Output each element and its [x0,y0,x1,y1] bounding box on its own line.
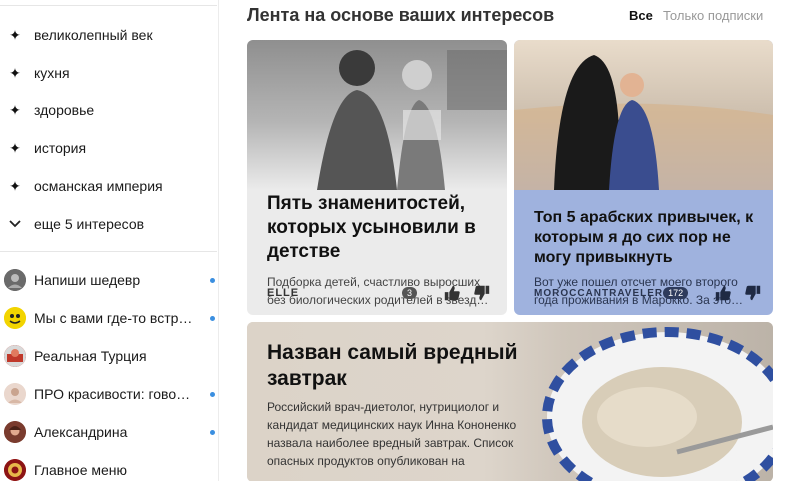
comment-count-badge[interactable]: 172 [663,287,689,299]
avatar [4,269,26,291]
more-interests-label: еще 5 интересов [34,216,145,232]
channel-label: Реальная Турция [34,348,147,364]
sidebar-topic[interactable]: ✦ кухня [0,61,210,85]
channel-label: ПРО красивости: говор… [34,386,194,402]
sidebar-topic[interactable]: ✦ османская империя [0,174,210,198]
channel-label: Напиши шедевр [34,272,141,288]
avatar [4,421,26,443]
article-title: Назван самый вредный завтрак [267,341,518,391]
article-source[interactable]: ELLE [267,287,299,299]
card-footer: MOROCCANTRAVELER 172 [534,283,761,303]
filter-all-tab[interactable]: Все [629,8,653,23]
sparkle-icon: ✦ [9,139,21,156]
article-image [514,40,773,190]
dislike-icon[interactable] [744,284,762,302]
topic-label: история [34,140,87,156]
topic-label: великолепный век [34,27,153,43]
divider [0,5,217,6]
comment-count-badge[interactable]: 3 [401,287,417,299]
unread-dot [210,391,215,397]
channel-item[interactable]: ПРО красивости: говор… [0,380,219,408]
filter-subscriptions-tab[interactable]: Только подписки [663,8,763,23]
card-actions: 3 [401,284,491,302]
dislike-icon[interactable] [473,284,491,302]
article-source[interactable]: MOROCCANTRAVELER [534,288,663,299]
chevron-down-icon [8,220,22,228]
sparkle-icon: ✦ [9,177,21,194]
avatar [4,345,26,367]
card-actions: 172 [663,284,762,302]
channel-label: Главное меню [34,462,128,478]
article-card[interactable]: Пять знаменитостей, которых усыновили в … [247,40,507,315]
divider [0,251,217,252]
article-description: Российский врач-диетолог, нутрициолог и … [267,400,517,468]
channel-label: Мы с вами где-то встреч… [34,310,194,326]
topic-label: здоровье [34,102,95,118]
unread-dot [210,315,215,321]
channel-item[interactable]: Напиши шедевр [0,266,219,294]
sidebar-topic[interactable]: ✦ история [0,136,210,160]
channel-label: Александрина [34,424,128,440]
avatar [4,307,26,329]
channel-item[interactable]: Александрина [0,418,219,446]
topic-label: османская империя [34,178,163,194]
topic-label: кухня [34,65,70,81]
article-title: Пять знаменитостей, которых усыновили в … [267,193,476,262]
channel-item[interactable]: Главное меню [0,456,219,481]
article-title: Топ 5 арабских привычек, к которым я до … [534,209,754,266]
sparkle-icon: ✦ [9,64,21,81]
sparkle-icon: ✦ [9,26,21,43]
avatar [4,383,26,405]
article-image [247,40,507,190]
channel-item[interactable]: Реальная Турция [0,342,219,370]
channel-item[interactable]: Мы с вами где-то встреч… [0,304,219,332]
sidebar-topic[interactable]: ✦ великолепный век [0,23,210,47]
sidebar-topic[interactable]: ✦ здоровье [0,98,210,122]
like-icon[interactable] [714,284,732,302]
article-card[interactable]: Назван самый вредный завтрак Российский … [247,322,773,481]
like-icon[interactable] [443,284,461,302]
article-card[interactable]: Топ 5 арабских привычек, к которым я до … [514,40,773,315]
avatar [4,459,26,481]
sidebar: ✦ великолепный век ✦ кухня ✦ здоровье ✦ … [0,0,219,481]
unread-dot [210,277,215,283]
unread-dot [210,429,215,435]
feed-title: Лента на основе ваших интересов [247,5,555,25]
more-interests-button[interactable]: еще 5 интересов [0,212,210,236]
sparkle-icon: ✦ [9,101,21,118]
card-footer: ELLE 3 [267,283,491,303]
